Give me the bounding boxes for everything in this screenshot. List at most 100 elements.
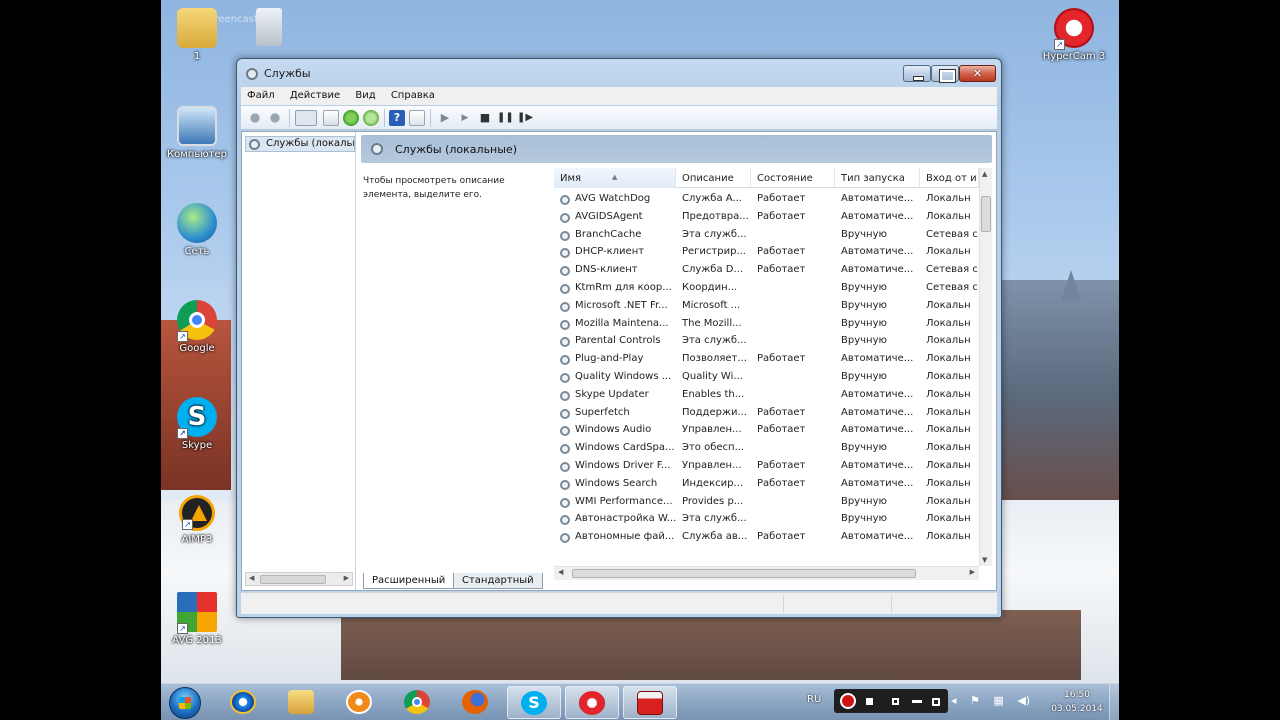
service-row[interactable]: DHCP-клиент Регистрир... Работает Автоматич… (554, 243, 979, 261)
desktop-icon-google-chrome[interactable]: ↗ Google (161, 300, 233, 354)
pause-service-icon[interactable]: ❚❚ (497, 110, 514, 126)
network-icon[interactable]: ▦ (993, 694, 1003, 707)
service-row[interactable]: Windows CardSpa... Это обесп... Вручную Лок… (554, 439, 979, 457)
list-vertical-scrollbar[interactable]: ▲ ▼ (979, 168, 992, 566)
status-divider (783, 596, 784, 612)
scroll-down-icon[interactable]: ▼ (982, 556, 987, 564)
taskbar-firefox[interactable] (449, 686, 503, 719)
service-row[interactable]: Quality Windows ... Quality Wi... Вручную Л… (554, 368, 979, 386)
service-row[interactable]: Автономные фай... Служба ав... Работает Авт… (554, 528, 979, 546)
service-row[interactable]: Parental Controls Эта служб... Вручную Лока… (554, 332, 979, 350)
stop-icon[interactable] (866, 698, 873, 705)
refresh-icon[interactable] (343, 110, 359, 126)
stop-service-icon[interactable]: ■ (477, 110, 493, 126)
taskbar-skype[interactable]: S (507, 686, 561, 719)
maximize-button[interactable] (931, 65, 959, 83)
close-button[interactable]: ✕ (959, 65, 996, 82)
service-row[interactable]: Windows Audio Управлен... Работает Автомати… (554, 421, 979, 439)
column-header-status[interactable]: Состояние (751, 168, 835, 188)
tree-item-services-local[interactable]: Службы (локальные) (245, 136, 355, 152)
service-row[interactable]: Microsoft .NET Fr... Microsoft ... Вручную… (554, 297, 979, 315)
service-row[interactable]: Автонастройка W... Эта служб... Вручную Лок… (554, 510, 979, 528)
start-service-icon[interactable]: ▶ (437, 110, 453, 126)
desktop-icon-avg[interactable]: ↗ AVG 2013 (161, 592, 233, 646)
menu-action[interactable]: Действие (284, 87, 346, 101)
service-row[interactable]: AVGIDSAgent Предотвра... Работает Автоматич… (554, 208, 979, 226)
service-row[interactable]: DNS-клиент Служба D... Работает Автоматиче.… (554, 261, 979, 279)
title-bar[interactable]: Службы ✕ (237, 59, 1001, 87)
desktop-icon-recycle-bin[interactable] (233, 8, 305, 49)
flag-icon[interactable]: ⚑ (970, 694, 980, 707)
hypercam-recording-toolbar[interactable] (834, 689, 948, 713)
show-hide-console-tree-icon[interactable] (295, 110, 317, 126)
menu-help[interactable]: Справка (385, 87, 441, 101)
restart-service-icon[interactable]: ❚▶ (517, 110, 533, 126)
minimize-button[interactable] (903, 65, 931, 82)
cell-startup-type-text: Вручную (841, 370, 887, 382)
cell-log-on-as-text: Локальн (926, 335, 971, 347)
export-list-icon[interactable] (363, 110, 379, 126)
forward-icon[interactable] (267, 110, 283, 126)
menu-file[interactable]: Файл (241, 87, 281, 101)
computer-icon (177, 106, 217, 146)
scroll-up-icon[interactable]: ▲ (982, 170, 987, 178)
desktop-icon-skype[interactable]: S ↗ Skype (161, 397, 233, 451)
service-row[interactable]: Mozilla Maintena... The Mozill... Вручную Л… (554, 315, 979, 333)
taskbar-ie[interactable] (217, 686, 271, 719)
close-icon[interactable] (932, 698, 940, 706)
service-row[interactable]: Plug-and-Play Позволяет... Работает Автомат… (554, 350, 979, 368)
cell-startup-type-text: Вручную (841, 335, 887, 347)
settings-icon[interactable] (912, 700, 922, 703)
show-desktop-button[interactable] (1109, 684, 1119, 720)
service-row[interactable]: AVG WatchDog Служба A... Работает Автоматич… (554, 190, 979, 208)
desktop-icon-aimp[interactable]: ↗ AIMP3 (161, 495, 233, 545)
cell-status (751, 368, 835, 386)
desktop-icon-network[interactable]: Сеть (161, 203, 233, 257)
column-header-startup-type[interactable]: Тип запуска (835, 168, 920, 188)
service-row[interactable]: Superfetch Поддержи... Работает Автоматиче.… (554, 404, 979, 422)
back-icon[interactable] (247, 110, 263, 126)
column-header-name[interactable]: Имя ▲ (554, 168, 676, 188)
view-icon[interactable] (409, 110, 425, 126)
show-hidden-icons-icon[interactable]: ◂ (951, 694, 957, 707)
taskbar-media-player[interactable] (333, 686, 387, 719)
taskbar-services[interactable] (623, 686, 677, 719)
service-row[interactable]: Windows Driver F... Управлен... Работает Ав… (554, 457, 979, 475)
desktop-icon-label: Сеть (184, 246, 210, 257)
service-row[interactable]: WMI Performance... Provides p... Вручную Ло… (554, 493, 979, 511)
services-window[interactable]: Службы ✕ Файл Действие Вид Справка ? ▶ ▶ (236, 58, 1002, 618)
record-icon[interactable] (840, 693, 856, 709)
cell-description-text: The Mozill... (682, 317, 742, 329)
cell-log-on-as-text: Локальн (926, 424, 971, 436)
service-row[interactable]: Skype Updater Enables th... Автоматиче... Л… (554, 386, 979, 404)
service-row[interactable]: BranchCache Эта служб... Вручную Сетевая с (554, 226, 979, 244)
cell-name: Superfetch (554, 404, 676, 422)
properties-icon[interactable] (323, 110, 339, 126)
desktop-icon-hypercam[interactable]: ↗ HyperCam 3 (1038, 8, 1110, 62)
services-list[interactable]: Имя ▲ Описание Состояние Тип запуска Вхо… (554, 168, 992, 566)
scrollbar-thumb[interactable] (981, 196, 991, 232)
cell-name: WMI Performance... (554, 493, 676, 511)
help-icon[interactable]: ? (389, 110, 405, 126)
menu-view[interactable]: Вид (349, 87, 381, 101)
column-header-description[interactable]: Описание (676, 168, 751, 188)
column-header-log-on-as[interactable]: Вход от и (920, 168, 979, 188)
pause-icon[interactable] (892, 698, 899, 705)
desktop-icon-folder[interactable]: 1 (161, 8, 233, 62)
tab-extended[interactable]: Расширенный (363, 573, 455, 589)
tab-standard[interactable]: Стандартный (453, 573, 543, 589)
desktop-icon-computer[interactable]: Компьютер (161, 106, 233, 160)
service-row[interactable]: Windows Search Индексир... Работает Автомат… (554, 475, 979, 493)
clock[interactable]: 16:50 03.05.2014 (1039, 688, 1115, 716)
language-indicator[interactable]: RU (807, 694, 821, 705)
cell-description-text: Provides p... (682, 495, 744, 507)
cell-log-on-as-text: Локальн (926, 495, 971, 507)
taskbar-explorer[interactable] (275, 686, 329, 719)
taskbar-chrome[interactable] (391, 686, 445, 719)
start-button[interactable] (169, 687, 201, 719)
taskbar-hypercam[interactable] (565, 686, 619, 719)
taskbar: S RU ◂ ⚑ ▦ ◀) 16:50 03.05.2014 (161, 683, 1119, 720)
service-row[interactable]: KtmRm для коор... Координ... Вручную Сетева… (554, 279, 979, 297)
volume-icon[interactable]: ◀) (1017, 694, 1030, 707)
start-service-alt-icon[interactable]: ▶ (457, 110, 473, 126)
